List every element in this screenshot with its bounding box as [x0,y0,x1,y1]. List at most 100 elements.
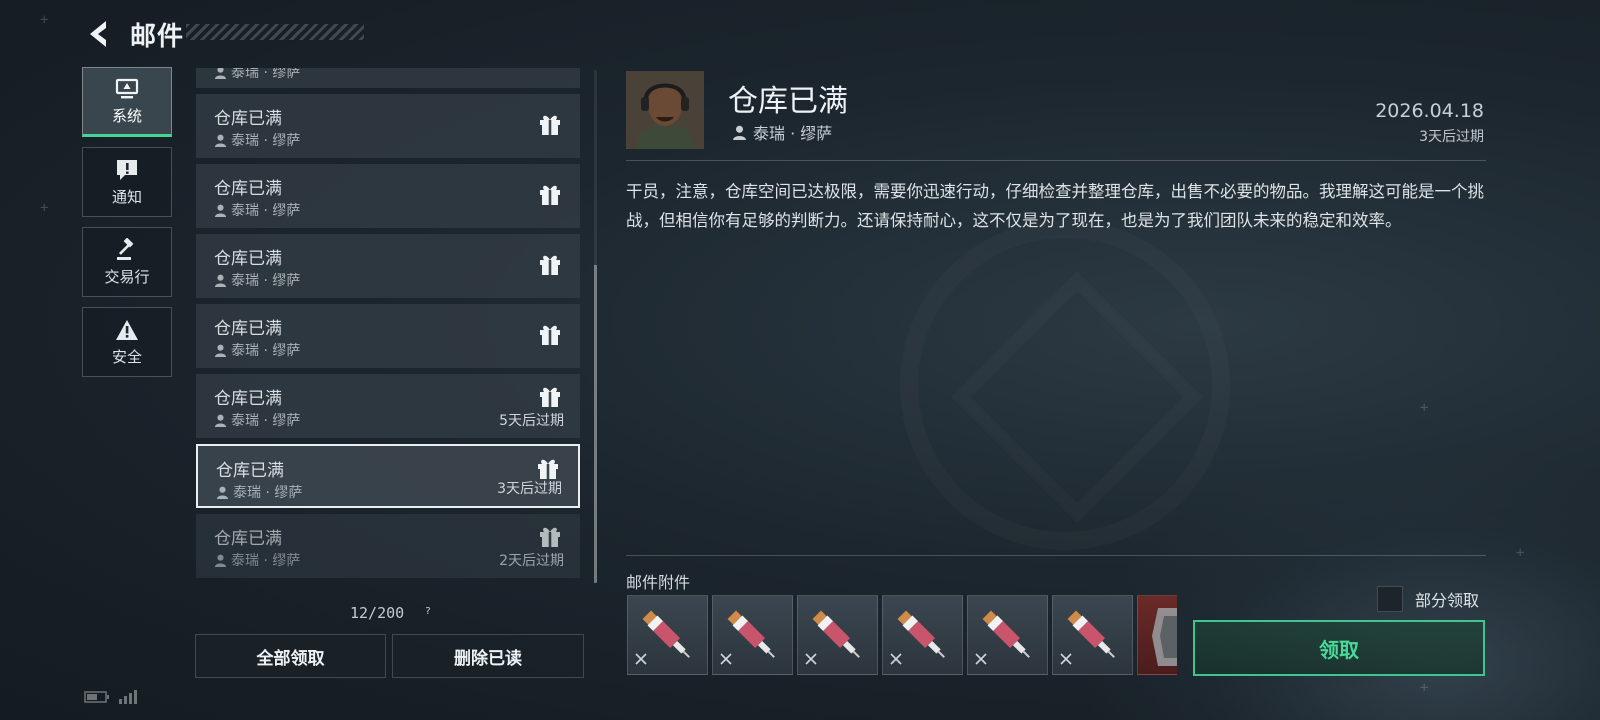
tab-notice-label: 通知 [111,187,142,206]
back-button[interactable] [84,18,112,50]
warning-triangle-icon [115,318,139,342]
partial-claim-row: 部分领取 [1377,586,1479,612]
tab-system-label: 系统 [111,106,142,125]
mail-item-expire: 2天后过期 [499,553,564,569]
attachment-slot[interactable] [882,595,963,675]
category-tabs: 系统 通知 交易行 安全 [82,67,174,387]
mail-item-subject: 仓库已满 [214,179,282,199]
tab-trade-label: 交易行 [104,267,150,286]
mail-item[interactable]: 仓库已满 泰瑞 · 缪萨 [196,164,580,228]
mail-item-subject: 仓库已满 [214,249,282,269]
syringe-item-icon [713,610,792,677]
claim-button[interactable]: 领取 [1193,620,1485,676]
divider [626,160,1486,161]
attachment-slot[interactable] [627,595,708,675]
mail-count: 12/200 [350,604,405,622]
attachment-slot[interactable] [712,595,793,675]
divider [626,555,1486,556]
mail-list[interactable]: 泰瑞 · 缪萨 仓库已满 泰瑞 · 缪萨 仓库已满 泰瑞 · 缪萨 仓库已满 泰瑞 · 缪… [196,68,580,580]
gift-icon [538,322,562,346]
mail-item-sender: 泰瑞 · 缪萨 [216,482,302,502]
list-scrollbar-thumb[interactable] [594,265,597,583]
mail-item-subject: 仓库已满 [214,529,282,549]
mail-item[interactable]: 仓库已满 泰瑞 · 缪萨 [196,94,580,158]
device-status-bar [84,690,138,704]
attachment-slot[interactable] [797,595,878,675]
mail-item-sender: 泰瑞 · 缪萨 [214,550,300,570]
chevron-left-icon [90,21,106,47]
partial-claim-checkbox[interactable] [1377,586,1403,612]
syringe-item-icon [883,610,962,677]
attachments-label: 邮件附件 [626,573,691,592]
mail-sender-name: 泰瑞 · 缪萨 [753,124,833,143]
mail-item-sender: 泰瑞 · 缪萨 [214,200,300,220]
mail-body: 干员，注意，仓库空间已达极限，需要你迅速行动，仔细检查并整理仓库，出售不必要的物… [626,182,1484,230]
tab-trade[interactable]: 交易行 [82,227,172,297]
delete-read-button[interactable]: 删除已读 [392,634,584,678]
tab-system[interactable]: 系统 [82,67,172,137]
mail-item-expire: 3天后过期 [497,481,562,497]
mail-item[interactable]: 仓库已满 泰瑞 · 缪萨 3天后过期 [196,444,580,508]
attachment-slot[interactable] [1052,595,1133,675]
gift-icon [538,252,562,276]
mail-expire: 3天后过期 [1419,129,1484,145]
background-art [1080,450,1600,720]
decor-cross: + [1420,680,1429,696]
armor-item-icon [1138,608,1177,677]
monitor-icon [115,77,139,101]
mail-item-sender: 泰瑞 · 缪萨 [214,270,300,290]
alert-message-icon [115,158,139,182]
mail-item-sender: 泰瑞 · 缪萨 [214,340,300,360]
person-icon [214,414,227,427]
attachments-list[interactable] [627,595,1177,677]
syringe-item-icon [1053,610,1132,677]
help-icon[interactable]: ? [422,606,434,618]
gift-icon [538,112,562,136]
person-icon [214,134,227,147]
mail-item-sender: 泰瑞 · 缪萨 [214,68,300,82]
mail-item-subject: 仓库已满 [214,389,282,409]
tab-notice[interactable]: 通知 [82,147,172,217]
mail-item-expire: 5天后过期 [499,413,564,429]
person-icon [214,68,227,79]
title-decoration [186,24,364,40]
mail-sender: 泰瑞 · 缪萨 [732,120,832,144]
mail-item-subject: 仓库已满 [216,461,284,481]
person-icon [733,125,746,140]
person-icon [214,344,227,357]
mail-date: 2026.04.18 [1375,100,1484,122]
mail-item-sender: 泰瑞 · 缪萨 [214,410,300,430]
attachment-slot[interactable] [967,595,1048,675]
decor-cross: + [40,12,49,28]
mail-item[interactable]: 仓库已满 泰瑞 · 缪萨 [196,234,580,298]
syringe-item-icon [968,610,1047,677]
battery-icon [84,691,109,703]
partial-claim-label: 部分领取 [1415,591,1480,610]
person-icon [214,274,227,287]
syringe-item-icon [798,610,877,677]
gift-icon [536,456,560,480]
mail-item-subject: 仓库已满 [214,109,282,129]
mail-item-sender: 泰瑞 · 缪萨 [214,130,300,150]
mail-item[interactable]: 泰瑞 · 缪萨 [196,68,580,88]
decor-cross: + [1516,545,1525,561]
mail-subject: 仓库已满 [728,84,848,119]
signal-icon [119,690,137,704]
decor-cross: + [1420,400,1429,416]
mail-item[interactable]: 仓库已满 泰瑞 · 缪萨 [196,304,580,368]
syringe-item-icon [628,610,707,677]
tab-security[interactable]: 安全 [82,307,172,377]
person-icon [214,554,227,567]
mail-item[interactable]: 仓库已满 泰瑞 · 缪萨 5天后过期 [196,374,580,438]
page-title: 邮件 [130,22,185,52]
person-icon [216,486,229,499]
sender-avatar [626,71,704,149]
claim-all-button[interactable]: 全部领取 [195,634,386,678]
mail-items: 仓库已满 泰瑞 · 缪萨 仓库已满 泰瑞 · 缪萨 仓库已满 泰瑞 · 缪萨 仓库已满 泰瑞 … [196,94,580,578]
gift-icon [538,384,562,408]
gavel-icon [115,237,139,262]
decor-cross: + [40,200,49,216]
mail-item[interactable]: 仓库已满 泰瑞 · 缪萨 2天后过期 [196,514,580,578]
attachment-slot[interactable] [1137,595,1177,675]
person-icon [214,204,227,217]
